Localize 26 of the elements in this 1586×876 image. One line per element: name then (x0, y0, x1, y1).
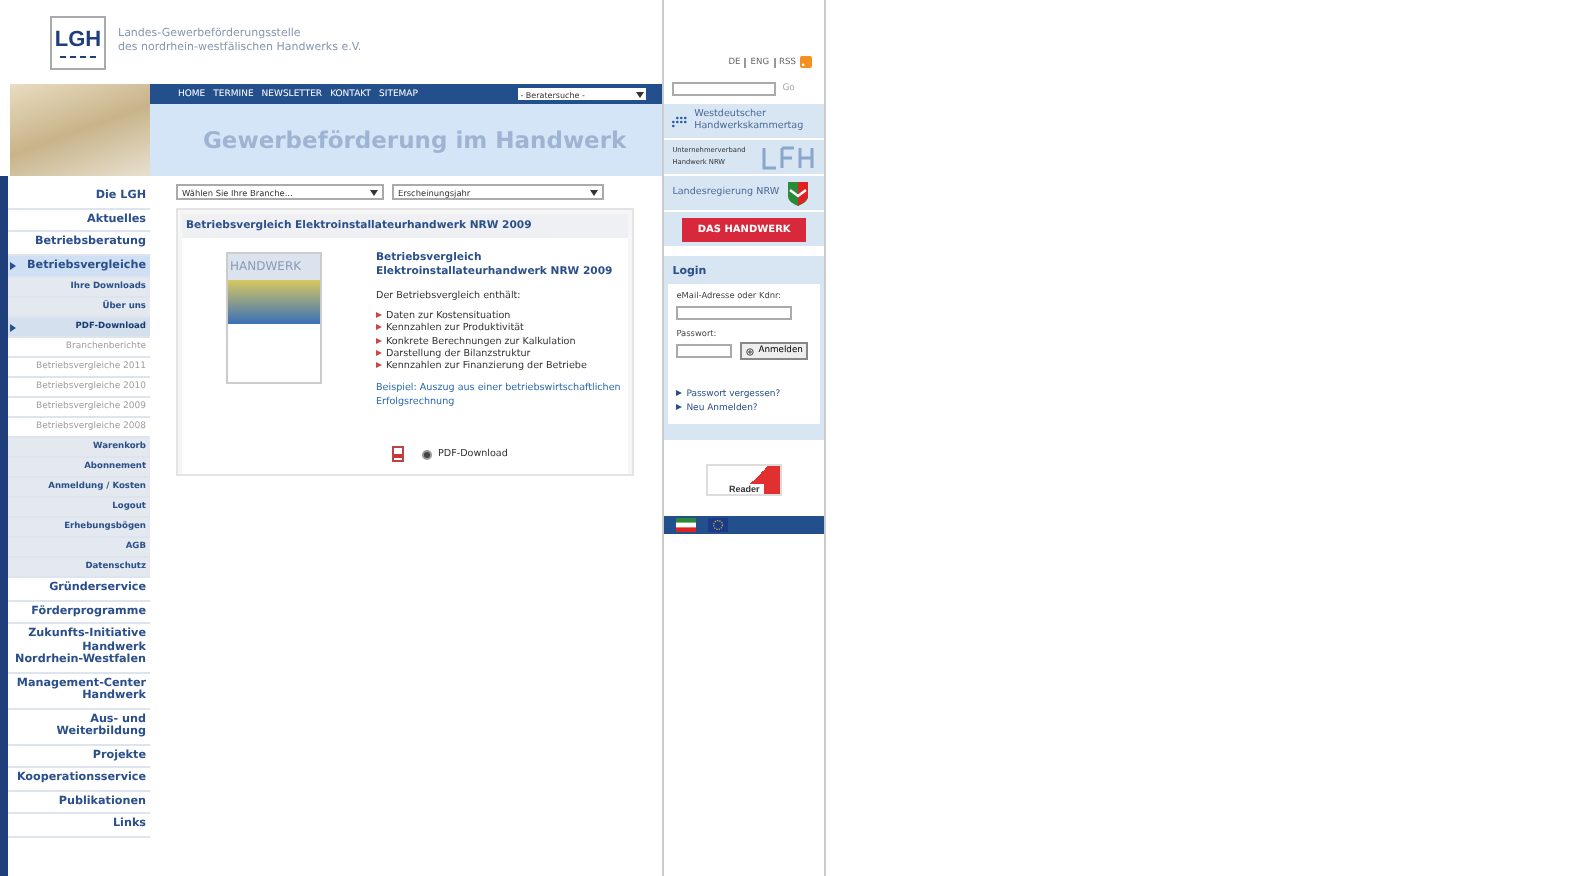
rss-icon[interactable] (800, 56, 812, 68)
password-field[interactable] (676, 344, 733, 358)
bullet-icon (376, 362, 382, 369)
flag-icon (676, 518, 697, 532)
login-icon (746, 347, 755, 355)
email-field[interactable] (676, 306, 793, 320)
bullet-icon (376, 324, 382, 331)
bullet-icon (676, 390, 683, 396)
bullet-icon (676, 404, 683, 410)
crest-icon (785, 180, 810, 206)
caret-icon (370, 189, 378, 195)
lfh-logo-icon (760, 145, 816, 169)
bullet-icon (376, 337, 382, 344)
photo-placeholder (10, 84, 150, 176)
radio-button[interactable] (422, 449, 432, 460)
caret-icon (636, 91, 645, 97)
dots-icon (672, 113, 689, 129)
search-field[interactable] (672, 82, 777, 96)
pdf-icon (392, 446, 404, 463)
bullet-icon (376, 349, 382, 356)
triangle-marker-icon (10, 323, 16, 331)
eu-flag-icon (708, 518, 729, 532)
lgh-logo[interactable]: LGH (50, 15, 106, 69)
caret-icon (590, 189, 598, 195)
bullet-icon (376, 312, 382, 318)
triangle-marker-icon (10, 261, 16, 270)
